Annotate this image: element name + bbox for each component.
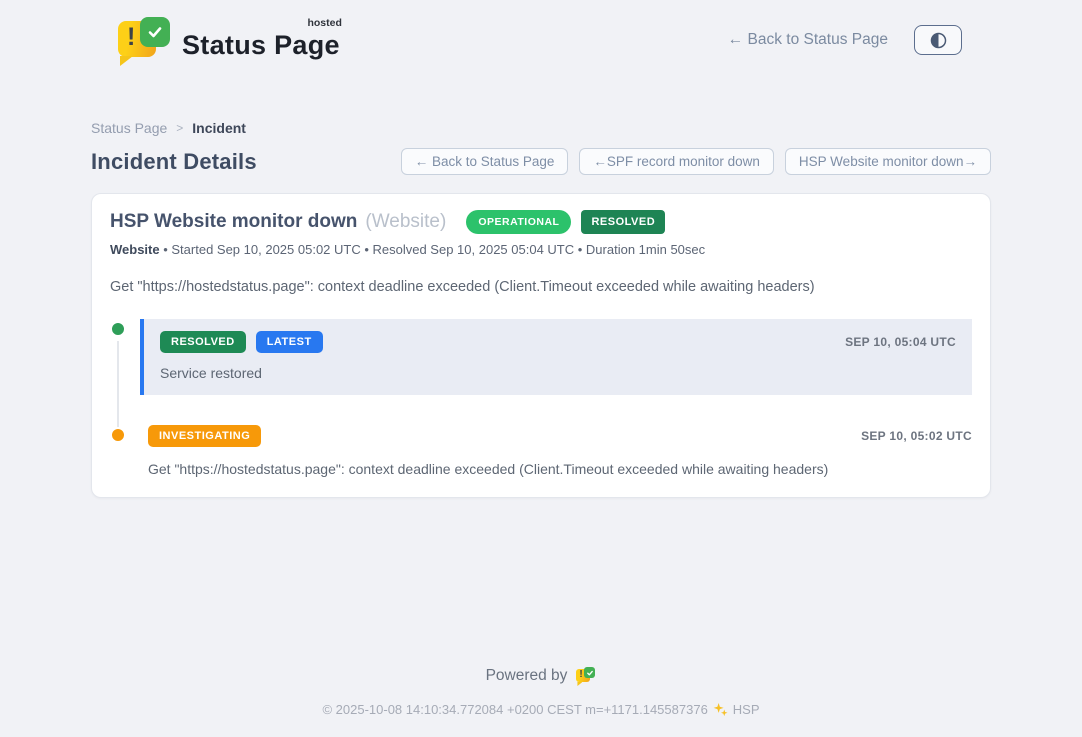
page-title: Incident Details <box>91 149 257 175</box>
update-timestamp: SEP 10, 05:04 UTC <box>845 335 956 349</box>
timeline-item-investigating: INVESTIGATING SEP 10, 05:02 UTC Get "htt… <box>140 425 972 477</box>
resolved-badge: RESOLVED <box>581 210 665 234</box>
footer-check-icon <box>584 667 595 678</box>
latest-update-badge: LATEST <box>256 331 323 353</box>
brand-suffix: HSP <box>733 702 760 717</box>
footer: Powered by ! © 2025-10-08 14:10:34.77208… <box>0 666 1082 717</box>
update-badges: RESOLVED LATEST <box>160 331 323 353</box>
timeline-item-resolved: RESOLVED LATEST SEP 10, 05:04 UTC Servic… <box>140 319 972 395</box>
breadcrumb-separator: > <box>176 121 183 135</box>
check-icon <box>140 17 170 47</box>
footer-exclamation-mark: ! <box>579 669 582 680</box>
app-logo[interactable]: ! Status Page hosted <box>118 15 340 65</box>
breadcrumb: Status Page > Incident <box>91 120 991 136</box>
next-incident-button[interactable]: HSP Website monitor down→ <box>785 148 991 175</box>
resolved-update-badge: RESOLVED <box>160 331 246 353</box>
incident-nav-buttons: ← Back to Status Page ←SPF record monito… <box>401 148 991 175</box>
copyright-row: © 2025-10-08 14:10:34.772084 +0200 CEST … <box>0 702 1082 717</box>
incident-card: HSP Website monitor down (Website) OPERA… <box>91 193 991 498</box>
breadcrumb-status-page[interactable]: Status Page <box>91 120 167 136</box>
investigating-update-badge: INVESTIGATING <box>148 425 261 447</box>
prev-incident-button[interactable]: ←SPF record monitor down <box>579 148 774 175</box>
powered-by-text: Powered by <box>486 667 568 685</box>
breadcrumb-incident: Incident <box>192 120 246 136</box>
status-page-logo-icon: ! <box>118 15 170 65</box>
powered-by-row: Powered by ! <box>0 666 1082 686</box>
timeline-connector-line <box>117 341 119 433</box>
half-moon-icon <box>930 32 947 49</box>
incident-component: (Website) <box>365 211 446 233</box>
timeline-dot-orange <box>110 427 126 443</box>
header-right: ← Back to Status Page <box>728 25 962 55</box>
brand-name: Status Page <box>182 30 340 60</box>
incident-description: Get "https://hostedstatus.page": context… <box>110 279 972 295</box>
theme-toggle-button[interactable] <box>914 25 962 55</box>
update-card-highlighted: RESOLVED LATEST SEP 10, 05:04 UTC Servic… <box>140 319 972 395</box>
meta-service: Website <box>110 242 160 257</box>
incident-card-header: HSP Website monitor down (Website) OPERA… <box>110 210 972 234</box>
exclamation-mark: ! <box>127 23 135 52</box>
back-to-status-page-button[interactable]: ← Back to Status Page <box>401 148 569 175</box>
update-header: RESOLVED LATEST SEP 10, 05:04 UTC <box>160 331 956 353</box>
update-timestamp: SEP 10, 05:02 UTC <box>861 429 972 443</box>
brand-text: Status Page hosted <box>182 20 340 61</box>
sparkles-icon <box>713 702 728 717</box>
header-back-link[interactable]: ← Back to Status Page <box>728 31 888 49</box>
incident-meta: Website • Started Sep 10, 2025 05:02 UTC… <box>110 242 972 257</box>
incident-title: HSP Website monitor down <box>110 211 357 233</box>
main-content: Status Page > Incident Incident Details … <box>91 120 991 498</box>
meta-details: • Started Sep 10, 2025 05:02 UTC • Resol… <box>160 242 706 257</box>
update-badges: INVESTIGATING <box>148 425 261 447</box>
update-header: INVESTIGATING SEP 10, 05:02 UTC <box>148 425 972 447</box>
incident-badges: OPERATIONAL RESOLVED <box>466 210 665 234</box>
copyright-text: © 2025-10-08 14:10:34.772084 +0200 CEST … <box>322 702 707 717</box>
title-row: Incident Details ← Back to Status Page ←… <box>91 148 991 175</box>
timeline-dot-green <box>110 321 126 337</box>
hosted-superscript: hosted <box>307 17 341 29</box>
update-message: Get "https://hostedstatus.page": context… <box>148 461 972 477</box>
header: ! Status Page hosted ← Back to Status Pa… <box>0 0 1082 66</box>
update-message: Service restored <box>160 365 956 381</box>
incident-timeline: RESOLVED LATEST SEP 10, 05:04 UTC Servic… <box>110 319 972 477</box>
operational-badge: OPERATIONAL <box>466 210 571 234</box>
footer-logo-icon: ! <box>576 666 596 686</box>
